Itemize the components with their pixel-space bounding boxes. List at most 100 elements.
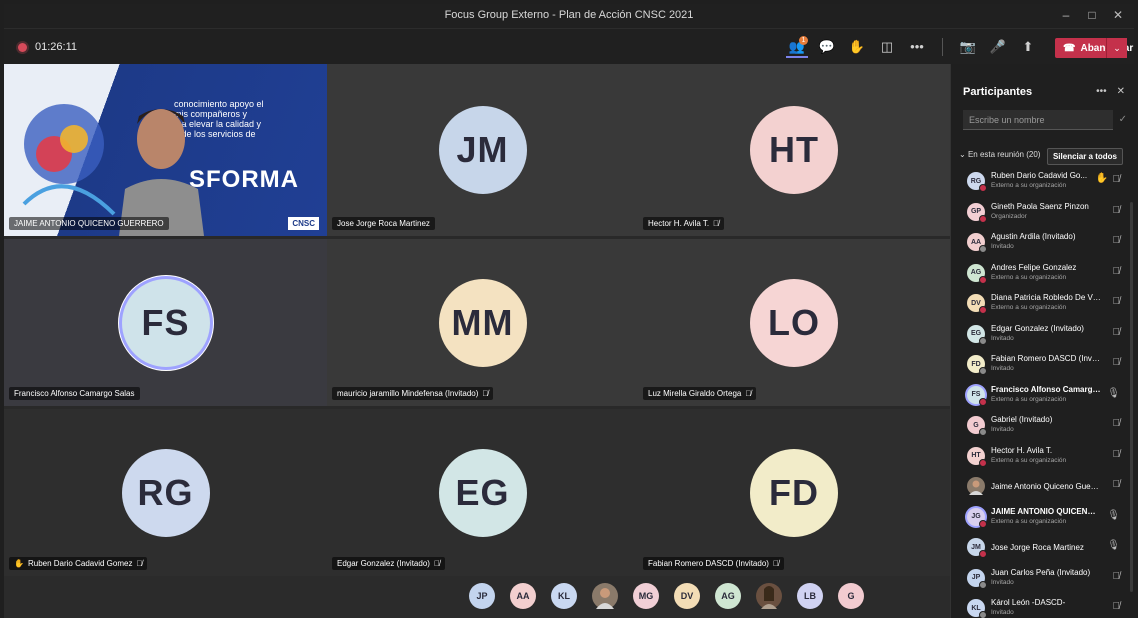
participant-list-item[interactable]: FD Fabian Romero DASCD (Invita... Invita…	[961, 351, 1126, 382]
participant-list-item[interactable]: DV Diana Patricia Robledo De Villa Exter…	[961, 290, 1126, 321]
participant-list-item[interactable]: JG JAIME ANTONIO QUICENO ... Externo a s…	[961, 504, 1126, 535]
maximize-button[interactable]: □	[1084, 7, 1100, 23]
overflow-participants-tray: JP AA KL MG DV AG LB G	[4, 576, 950, 618]
close-button[interactable]: ✕	[1110, 7, 1126, 23]
participant-name: Károl León -DASCD-	[991, 598, 1066, 607]
toolbar-icons: 👥 1 💬 ✋ ◫ ••• 📷 🎤 ⬆	[786, 36, 1039, 58]
participant-name: JAIME ANTONIO QUICENO GUERRERO	[14, 219, 164, 228]
participant-list-item[interactable]: GP Gineth Paola Saenz Pinzon Organizador…	[961, 199, 1126, 230]
panel-more-button[interactable]: •••	[1096, 86, 1107, 97]
participant-tile[interactable]: MM mauricio jaramillo Mindefensa (Invita…	[327, 239, 638, 406]
raised-hand-icon: ✋	[1095, 173, 1108, 184]
people-button[interactable]: 👥 1	[786, 36, 808, 58]
share-screen-button[interactable]: ⬆	[1017, 36, 1039, 58]
toolbar-divider	[942, 38, 943, 56]
mic-muted-icon: 🎙̸	[1112, 265, 1121, 277]
person-silhouette	[119, 109, 204, 236]
breakout-rooms-button[interactable]: ◫	[876, 36, 898, 58]
participant-list-item[interactable]: JM Jose Jorge Roca Martinez 🎙	[961, 534, 1126, 565]
mini-avatar[interactable]: MG	[633, 583, 659, 609]
participant-name: Hector H. Avila T.	[648, 219, 710, 228]
mini-avatar[interactable]: KL	[551, 583, 577, 609]
overflow-avatars: JP AA KL MG DV AG LB G	[469, 583, 864, 609]
participant-role: Invitado	[991, 578, 1014, 586]
participant-list-item[interactable]: JP Juan Carlos Peña (Invitado) Invitado …	[961, 565, 1126, 596]
participant-list: RG Ruben Dario Cadavid Go... Externo a s…	[961, 168, 1126, 618]
checkmark-icon: ✓	[1118, 114, 1127, 125]
participant-name: Juan Carlos Peña (Invitado)	[991, 567, 1091, 577]
participant-nametag: mauricio jaramillo Mindefensa (Invitado)…	[332, 387, 494, 400]
participant-tile[interactable]: LO Luz Mirella Giraldo Ortega 🎙̸	[638, 239, 950, 406]
participant-role: Externo a su organización	[991, 517, 1067, 525]
section-label: En esta reunión (20)	[967, 150, 1041, 159]
leave-options-button[interactable]: ⌄	[1106, 38, 1127, 58]
avatar: FD	[750, 448, 838, 537]
participant-role: Externo a su organización	[991, 273, 1067, 281]
participant-list-item[interactable]: FS Francisco Alfonso Camargo S... Extern…	[961, 382, 1126, 413]
mic-muted-icon: 🎙̸	[745, 389, 752, 398]
participant-list-item[interactable]: RG Ruben Dario Cadavid Go... Externo a s…	[961, 168, 1126, 199]
section-header[interactable]: ⌄ En esta reunión (20)	[959, 150, 1040, 159]
avatar: LO	[750, 278, 838, 367]
participant-list-item[interactable]: EG Edgar Gonzalez (Invitado) Invitado 🎙̸	[961, 321, 1126, 352]
participant-role: Invitado	[991, 426, 1014, 433]
more-actions-button[interactable]: •••	[906, 36, 928, 58]
participant-list-item[interactable]: G Gabriel (Invitado) Invitado 🎙̸	[961, 412, 1126, 443]
presence-dot	[979, 550, 987, 558]
mini-avatar[interactable]: AA	[510, 583, 536, 609]
presence-dot	[979, 184, 987, 192]
participant-nametag: Francisco Alfonso Camargo Salas	[9, 387, 140, 400]
mini-avatar[interactable]: LB	[797, 583, 823, 609]
mic-muted-icon: 🎙̸	[1112, 479, 1121, 490]
participant-name: Jaime Antonio Quiceno Guerr...	[991, 482, 1101, 491]
chat-button[interactable]: 💬	[816, 36, 838, 58]
participants-panel: Participantes ••• ✕ Escribe un nombre ✓ …	[950, 64, 1134, 618]
avatar-photo	[967, 477, 985, 495]
panel-close-button[interactable]: ✕	[1117, 86, 1125, 97]
participant-list-item[interactable]: HT Hector H. Avila T. Externo a su organ…	[961, 443, 1126, 474]
mic-muted-icon: 🎙̸	[1112, 601, 1121, 612]
participant-tile-video[interactable]: conocimiento apoyo el mis compañeros y o…	[4, 64, 327, 236]
cnsc-graphic-icon	[22, 104, 116, 216]
mini-avatar[interactable]: G	[838, 583, 864, 609]
participant-role: Invitado	[991, 609, 1014, 616]
participant-role: Invitado	[991, 243, 1014, 250]
participant-tile[interactable]: EG Edgar Gonzalez (Invitado) 🎙̸	[327, 409, 638, 576]
mic-on-icon: 🎙	[1107, 509, 1120, 521]
participant-name: Jose Jorge Roca Martinez	[991, 543, 1084, 552]
participant-list-item[interactable]: KL Károl León -DASCD- Invitado 🎙̸	[961, 595, 1126, 618]
presence-dot	[979, 519, 987, 528]
participant-nametag: Hector H. Avila T. 🎙̸	[643, 217, 725, 230]
participant-list-item[interactable]: Jaime Antonio Quiceno Guerr... 🎙̸	[961, 473, 1126, 504]
participant-tile[interactable]: FD Fabian Romero DASCD (Invitado) 🎙̸	[638, 409, 950, 576]
mini-avatar[interactable]: DV	[674, 583, 700, 609]
mini-avatar-photo[interactable]	[592, 583, 618, 609]
participant-role: Externo a su organización	[991, 304, 1067, 311]
participant-search-input[interactable]: Escribe un nombre	[963, 110, 1113, 130]
participant-name: Gineth Paola Saenz Pinzon	[991, 201, 1089, 211]
participant-tile[interactable]: JM Jose Jorge Roca Martinez	[327, 64, 638, 236]
panel-title: Participantes	[963, 86, 1033, 98]
participant-name: JAIME ANTONIO QUICENO ...	[991, 506, 1101, 516]
presence-dot	[979, 336, 987, 345]
participant-tile[interactable]: RG ✋ Ruben Dario Cadavid Gomez 🎙̸	[4, 409, 327, 576]
raise-hand-button[interactable]: ✋	[846, 36, 868, 58]
mute-all-button[interactable]: Silenciar a todos	[1046, 148, 1123, 165]
participant-name: Jose Jorge Roca Martinez	[337, 219, 430, 228]
participant-list-item[interactable]: AA Agustin Ardila (Invitado) Invitado 🎙̸	[961, 229, 1126, 260]
participant-tile[interactable]: HT Hector H. Avila T. 🎙̸	[638, 64, 950, 236]
presence-dot	[979, 214, 987, 223]
window-controls: – □ ✕	[1058, 7, 1126, 23]
mini-avatar-photo[interactable]	[756, 583, 782, 609]
participant-name: Hector H. Avila T.	[991, 445, 1053, 455]
minimize-button[interactable]: –	[1058, 7, 1074, 23]
participant-tile-speaking[interactable]: FS Francisco Alfonso Camargo Salas	[4, 239, 327, 406]
video-slide-headline: SFORMA	[189, 166, 299, 193]
participant-list-item[interactable]: AG Andres Felipe Gonzalez Externo a su o…	[961, 260, 1126, 291]
panel-scrollbar[interactable]	[1130, 202, 1133, 592]
mini-avatar[interactable]: JP	[469, 583, 495, 609]
mini-avatar[interactable]: AG	[715, 583, 741, 609]
mic-muted-icon: 🎙̸	[482, 389, 489, 398]
camera-toggle-button[interactable]: 📷	[957, 36, 979, 58]
mic-toggle-button[interactable]: 🎤	[987, 36, 1009, 58]
